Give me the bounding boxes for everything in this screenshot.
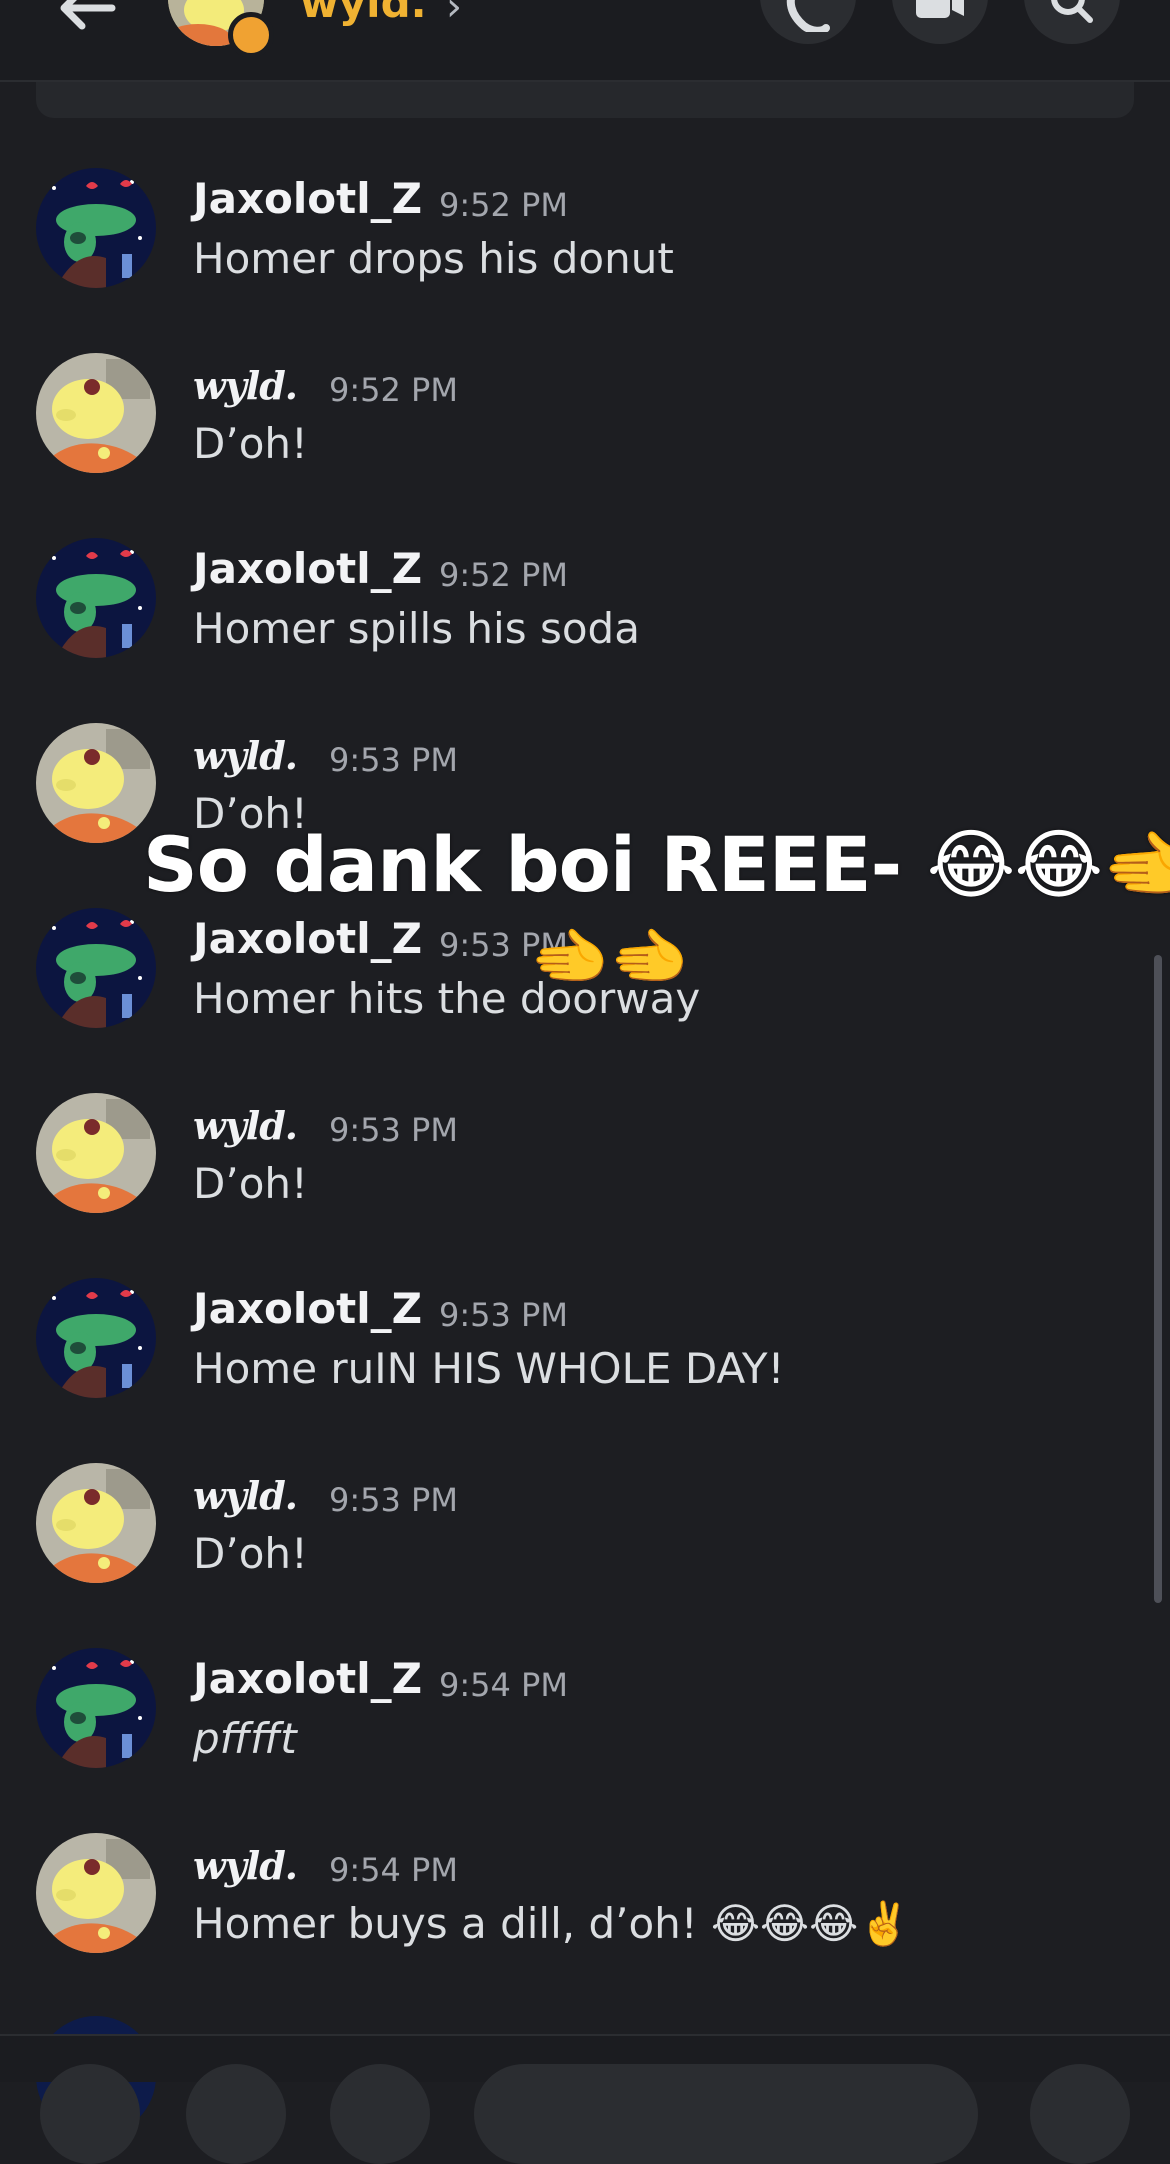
avatar[interactable] xyxy=(36,1093,156,1213)
message-author[interactable]: Jaxolotl_Z xyxy=(193,914,422,963)
message-timestamp: 9:52 PM xyxy=(329,371,458,409)
message-text: D’oh! xyxy=(193,419,308,468)
message-item[interactable]: Jaxolotl_Z 9:53 PM Home ruIN HIS WHOLE DAY… xyxy=(0,1278,1170,1428)
message-text: Homer spills his soda xyxy=(193,604,640,653)
message-item[interactable]: wyld. 9:53 PM D’oh! xyxy=(0,1093,1170,1243)
message-author[interactable]: wyld. xyxy=(193,1843,298,1888)
scrollbar[interactable] xyxy=(1154,955,1162,1603)
message-text: Home ruIN HIS WHOLE DAY! xyxy=(193,1344,785,1393)
search-icon xyxy=(1051,0,1093,23)
apps-button[interactable] xyxy=(186,2064,286,2164)
avatar[interactable] xyxy=(36,1463,156,1583)
gift-button[interactable] xyxy=(330,2064,430,2164)
message-author[interactable]: Jaxolotl_Z xyxy=(193,544,422,593)
message-author[interactable]: wyld. xyxy=(193,1473,298,1518)
chevron-right-icon[interactable]: › xyxy=(446,0,462,30)
message-text: Homer buys a dill, d’oh! 😂😂😂✌️ xyxy=(193,1899,911,1948)
avatar[interactable] xyxy=(36,723,156,843)
message-author[interactable]: Jaxolotl_Z xyxy=(193,1284,422,1333)
message-item[interactable]: wyld. 9:54 PM Homer buys a dill, d’oh! 😂😂😂… xyxy=(0,1833,1170,1983)
message-timestamp: 9:53 PM xyxy=(329,1111,458,1149)
avatar[interactable] xyxy=(36,908,156,1028)
message-text: D’oh! xyxy=(193,1159,308,1208)
message-item[interactable]: Jaxolotl_Z 9:52 PM Homer drops his donut xyxy=(0,168,1170,318)
message-timestamp: 9:53 PM xyxy=(329,741,458,779)
message-text: pfffft xyxy=(193,1714,297,1763)
avatar[interactable] xyxy=(36,353,156,473)
message-author[interactable]: wyld. xyxy=(193,733,298,778)
message-composer-bar xyxy=(0,2034,1170,2164)
message-timestamp: 9:54 PM xyxy=(439,1666,568,1704)
add-attachment-button[interactable] xyxy=(40,2064,140,2164)
message-timestamp: 9:52 PM xyxy=(439,186,568,224)
avatar[interactable] xyxy=(36,538,156,658)
message-item[interactable]: Jaxolotl_Z 9:52 PM Homer spills his soda xyxy=(0,538,1170,688)
message-author[interactable]: Jaxolotl_Z xyxy=(193,1654,422,1703)
message-timestamp: 9:53 PM xyxy=(439,1296,568,1334)
message-input[interactable] xyxy=(474,2064,978,2164)
avatar[interactable] xyxy=(36,1648,156,1768)
message-item[interactable]: wyld. 9:53 PM D’oh! xyxy=(0,1463,1170,1613)
channel-name[interactable]: wyld. xyxy=(300,0,427,27)
message-text: Homer drops his donut xyxy=(193,234,674,283)
overlay-caption: So dank boi REEE- 😂😂🫲 xyxy=(143,820,1170,909)
message-author[interactable]: Jaxolotl_Z xyxy=(193,174,422,223)
search-button[interactable] xyxy=(1024,0,1120,44)
pinned-banner[interactable] xyxy=(36,82,1134,118)
message-text: D’oh! xyxy=(193,1529,308,1578)
voice-message-button[interactable] xyxy=(1030,2064,1130,2164)
message-timestamp: 9:53 PM xyxy=(329,1481,458,1519)
status-idle-icon xyxy=(228,12,274,58)
message-author[interactable]: wyld. xyxy=(193,363,298,408)
message-timestamp: 9:54 PM xyxy=(329,1851,458,1889)
video-icon xyxy=(916,0,964,18)
message-item[interactable]: Jaxolotl_Z 9:54 PM pfffft xyxy=(0,1648,1170,1798)
avatar[interactable] xyxy=(36,168,156,288)
avatar[interactable] xyxy=(36,1278,156,1398)
back-arrow-icon[interactable] xyxy=(52,0,122,48)
avatar[interactable] xyxy=(36,1833,156,1953)
phone-icon xyxy=(786,0,830,32)
message-item[interactable]: wyld. 9:52 PM D’oh! xyxy=(0,353,1170,503)
overlay-caption-emoji: 🫲🫲 xyxy=(530,921,690,995)
video-button[interactable] xyxy=(892,0,988,44)
message-author[interactable]: wyld. xyxy=(193,1103,298,1148)
message-timestamp: 9:52 PM xyxy=(439,556,568,594)
chat-header: wyld. › xyxy=(0,0,1170,82)
phone-button[interactable] xyxy=(760,0,856,44)
